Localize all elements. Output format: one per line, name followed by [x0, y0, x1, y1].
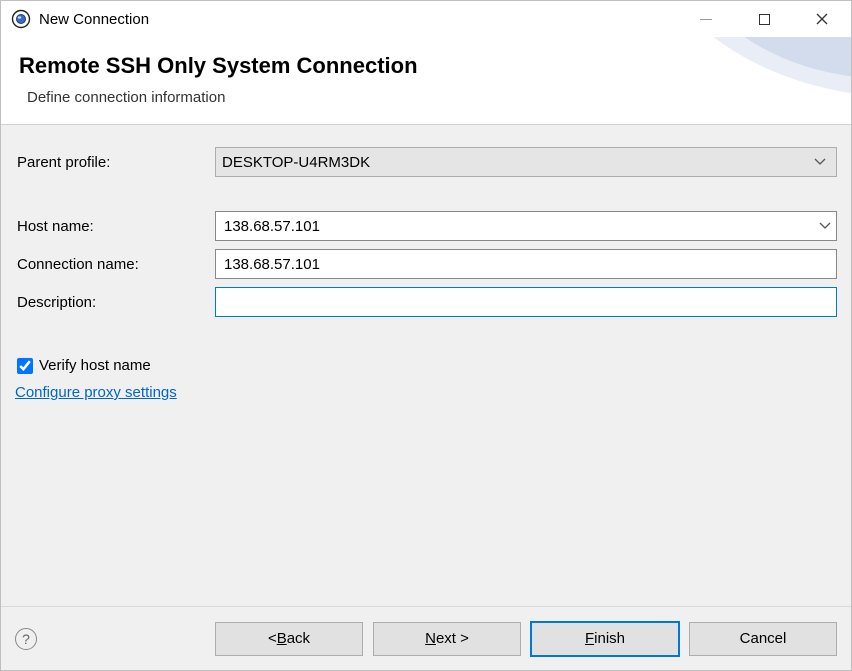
titlebar: New Connection — [1, 1, 851, 37]
host-name-dropdown-button[interactable] — [813, 211, 837, 241]
button-bar: < Back Next > Finish Cancel — [215, 622, 837, 656]
help-icon[interactable]: ? — [15, 628, 37, 650]
verify-host-checkbox[interactable] — [17, 358, 33, 374]
app-icon — [11, 9, 31, 29]
form-body: Parent profile: DESKTOP-U4RM3DK Host nam… — [1, 125, 851, 606]
row-parent-profile: Parent profile: DESKTOP-U4RM3DK — [15, 147, 837, 177]
row-description: Description: — [15, 287, 837, 317]
next-button[interactable]: Next > — [373, 622, 521, 656]
label-verify-host: Verify host name — [39, 357, 151, 374]
row-proxy-link: Configure proxy settings — [15, 384, 837, 401]
label-connection-name: Connection name: — [15, 256, 215, 273]
minimize-button[interactable] — [677, 1, 735, 37]
label-parent-profile: Parent profile: — [15, 154, 215, 171]
connection-name-input[interactable] — [215, 249, 837, 279]
wizard-header: Remote SSH Only System Connection Define… — [1, 37, 851, 125]
cancel-button[interactable]: Cancel — [689, 622, 837, 656]
maximize-button[interactable] — [735, 1, 793, 37]
host-name-input[interactable] — [215, 211, 837, 241]
row-connection-name: Connection name: — [15, 249, 837, 279]
back-button[interactable]: < Back — [215, 622, 363, 656]
label-host-name: Host name: — [15, 218, 215, 235]
window-title: New Connection — [39, 11, 149, 28]
window-controls — [677, 1, 851, 37]
host-name-combo — [215, 211, 837, 241]
configure-proxy-link[interactable]: Configure proxy settings — [15, 384, 177, 401]
chevron-down-icon — [819, 222, 831, 230]
parent-profile-select[interactable]: DESKTOP-U4RM3DK — [215, 147, 837, 177]
row-host-name: Host name: — [15, 211, 837, 241]
row-verify-host: Verify host name — [15, 357, 837, 374]
description-input[interactable] — [215, 287, 837, 317]
dialog-window: New Connection Remote SSH Only System Co… — [0, 0, 852, 671]
close-button[interactable] — [793, 1, 851, 37]
wizard-footer: ? < Back Next > Finish Cancel — [1, 606, 851, 670]
finish-button[interactable]: Finish — [531, 622, 679, 656]
label-description: Description: — [15, 294, 215, 311]
header-decoration — [661, 37, 851, 125]
